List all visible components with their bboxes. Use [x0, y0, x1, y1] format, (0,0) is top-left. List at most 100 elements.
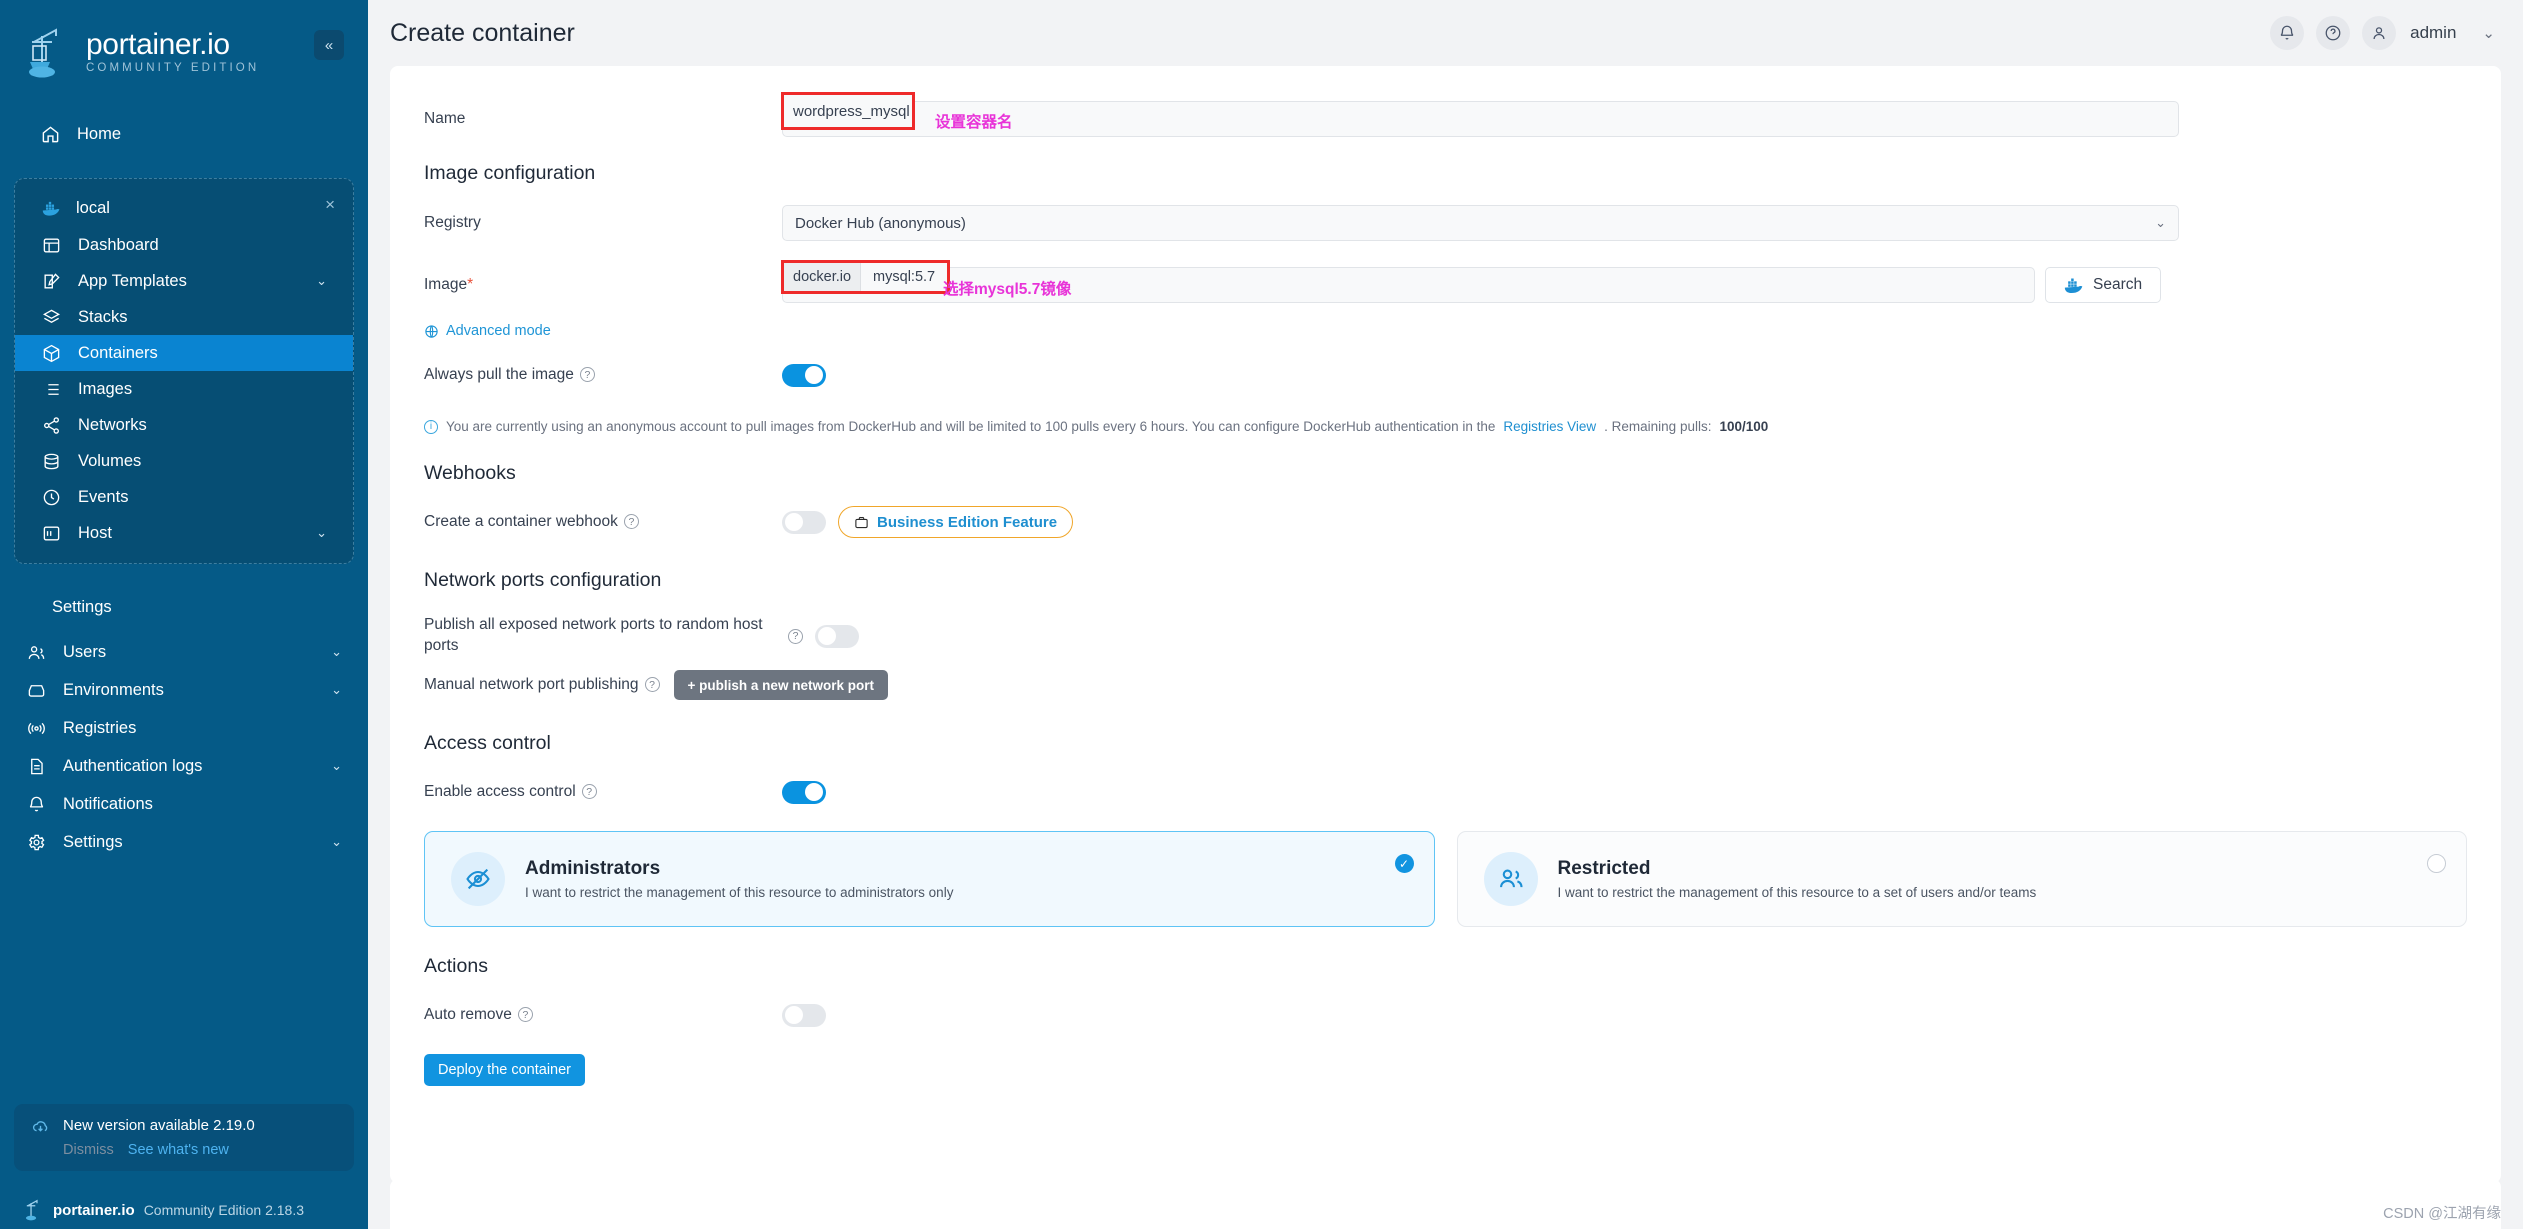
- sidebar-item-settings[interactable]: Settings ⌄: [0, 823, 368, 861]
- footer-brand: portainer.io: [53, 1201, 135, 1219]
- main-area: Create container admin ⌄ Name wordpress_…: [368, 0, 2523, 1229]
- sidebar-item-volumes[interactable]: Volumes: [15, 443, 353, 479]
- auto-remove-toggle[interactable]: [782, 1003, 826, 1027]
- notifications-bell-button[interactable]: [2270, 16, 2305, 50]
- sidebar-item-users[interactable]: Users ⌄: [0, 633, 368, 671]
- sidebar-item-notifications[interactable]: Notifications: [0, 785, 368, 823]
- radio-unselected-icon[interactable]: [2427, 854, 2446, 873]
- sidebar-item-home[interactable]: Home: [14, 114, 354, 154]
- environment-name: local: [76, 198, 110, 217]
- webhook-row: Create a container webhook? Business Edi…: [424, 501, 2467, 543]
- sidebar-item-registries-label: Registries: [63, 718, 137, 737]
- image-label: Image*: [424, 276, 782, 294]
- help-icon[interactable]: ?: [517, 1007, 533, 1023]
- docker-whale-icon: [41, 198, 61, 218]
- deploy-container-button[interactable]: Deploy the container: [424, 1054, 585, 1086]
- environment-close-icon[interactable]: ×: [325, 196, 335, 213]
- environment-header[interactable]: local: [15, 189, 353, 227]
- dismiss-update-link[interactable]: Dismiss: [63, 1142, 114, 1158]
- publish-new-network-port-button[interactable]: + publish a new network port: [673, 670, 888, 700]
- publish-all-ports-row: Publish all exposed network ports to ran…: [424, 608, 2467, 664]
- access-option-administrators[interactable]: Administrators I want to restrict the ma…: [424, 831, 1435, 927]
- sidebar-item-authentication-logs[interactable]: Authentication logs ⌄: [0, 747, 368, 785]
- network-ports-heading: Network ports configuration: [424, 569, 662, 591]
- environments-icon: [26, 680, 46, 700]
- create-webhook-toggle[interactable]: [782, 510, 826, 534]
- access-control-options: Administrators I want to restrict the ma…: [424, 831, 2467, 927]
- sidebar-footer: portainer.io Community Edition 2.18.3: [0, 1199, 368, 1221]
- registries-view-link[interactable]: Registries View: [1503, 419, 1596, 434]
- registry-select[interactable]: Docker Hub (anonymous) ⌄: [782, 205, 2179, 241]
- image-search-label: Search: [2093, 276, 2143, 293]
- next-section-card: [390, 1179, 2501, 1229]
- sidebar-item-app-templates[interactable]: App Templates ⌄: [15, 263, 353, 299]
- always-pull-toggle[interactable]: [782, 363, 826, 387]
- business-edition-badge[interactable]: Business Edition Feature: [838, 506, 1074, 538]
- image-label-text: Image: [424, 276, 468, 293]
- sidebar-item-host-label: Host: [78, 523, 112, 542]
- image-name-input[interactable]: mysql:5.7: [861, 263, 948, 291]
- advanced-mode-link[interactable]: Advanced mode: [424, 323, 2467, 339]
- see-whats-new-link[interactable]: See what's new: [128, 1142, 229, 1158]
- toggle-knob: [805, 783, 823, 801]
- registries-icon: [26, 718, 46, 738]
- image-input-wrap: docker.io mysql:5.7 选择mysql5.7镜像: [781, 260, 2035, 303]
- help-icon[interactable]: ?: [579, 367, 595, 383]
- sidebar-item-networks[interactable]: Networks: [15, 407, 353, 443]
- top-bar-right: admin ⌄: [2270, 16, 2495, 50]
- name-input[interactable]: wordpress_mysql: [781, 92, 915, 130]
- portainer-crane-logo-icon: [29, 28, 57, 78]
- sidebar-item-users-label: Users: [63, 642, 107, 661]
- info-icon: i: [424, 419, 438, 434]
- sidebar-item-settings-label: Settings: [63, 832, 123, 851]
- sidebar-item-dashboard[interactable]: Dashboard: [15, 227, 353, 263]
- chevron-down-icon[interactable]: ⌄: [2482, 24, 2495, 42]
- publish-all-ports-toggle[interactable]: [815, 624, 859, 648]
- radio-selected-icon[interactable]: ✓: [1394, 854, 1414, 873]
- access-option-restricted[interactable]: Restricted I want to restrict the manage…: [1456, 831, 2467, 927]
- image-annotation: 选择mysql5.7镜像: [943, 281, 1072, 298]
- download-cloud-icon: [30, 1117, 50, 1137]
- chevron-down-icon: ⌄: [331, 834, 342, 849]
- notice-text-before: You are currently using an anonymous acc…: [446, 419, 1496, 434]
- help-icon[interactable]: ?: [623, 514, 639, 530]
- anonymous-pull-notice: i You are currently using an anonymous a…: [424, 419, 2467, 434]
- images-icon: [41, 379, 61, 399]
- sidebar-item-environments[interactable]: Environments ⌄: [0, 671, 368, 709]
- sidebar-item-stacks[interactable]: Stacks: [15, 299, 353, 335]
- volumes-icon: [41, 451, 61, 471]
- help-button[interactable]: [2316, 16, 2351, 50]
- always-pull-row: Always pull the image?: [424, 353, 2467, 397]
- brand-subtitle: COMMUNITY EDITION: [86, 61, 260, 74]
- top-bar: Create container admin ⌄: [368, 0, 2523, 66]
- sidebar-item-app-templates-label: App Templates: [78, 271, 187, 290]
- stacks-icon: [41, 307, 61, 327]
- always-pull-label-text: Always pull the image: [424, 366, 574, 383]
- enable-access-control-row: Enable access control?: [424, 771, 2467, 813]
- image-search-button[interactable]: Search: [2045, 267, 2162, 303]
- enable-access-control-toggle[interactable]: [782, 780, 826, 804]
- help-icon[interactable]: ?: [581, 784, 597, 800]
- sidebar-item-events[interactable]: Events: [15, 479, 353, 515]
- gear-icon: [26, 832, 46, 852]
- sidebar-collapse-button[interactable]: «: [314, 30, 344, 60]
- sidebar-item-environments-label: Environments: [63, 680, 164, 699]
- sidebar-item-volumes-label: Volumes: [78, 451, 142, 470]
- sidebar-item-registries[interactable]: Registries: [0, 709, 368, 747]
- chevron-down-icon: ⌄: [331, 644, 342, 659]
- sidebar-item-images[interactable]: Images: [15, 371, 353, 407]
- sidebar-item-containers[interactable]: Containers: [15, 335, 353, 371]
- sidebar-item-host[interactable]: Host ⌄: [15, 515, 353, 551]
- sidebar-settings-group: Users ⌄ Environments ⌄ Registries Authen…: [0, 633, 368, 861]
- version-update-card: New version available 2.19.0 Dismiss See…: [14, 1104, 354, 1171]
- docker-whale-icon: [2064, 278, 2083, 293]
- help-icon[interactable]: ?: [788, 628, 803, 644]
- networks-icon: [41, 415, 61, 435]
- manual-port-publishing-row: Manual network port publishing? + publis…: [424, 664, 2467, 706]
- chevron-down-icon: ⌄: [2155, 215, 2166, 230]
- user-avatar[interactable]: [2362, 16, 2397, 50]
- footer-edition: Community Edition 2.18.3: [143, 1202, 304, 1218]
- create-webhook-label-text: Create a container webhook: [424, 513, 618, 530]
- sidebar-item-dashboard-label: Dashboard: [78, 235, 159, 254]
- help-icon[interactable]: ?: [644, 677, 660, 693]
